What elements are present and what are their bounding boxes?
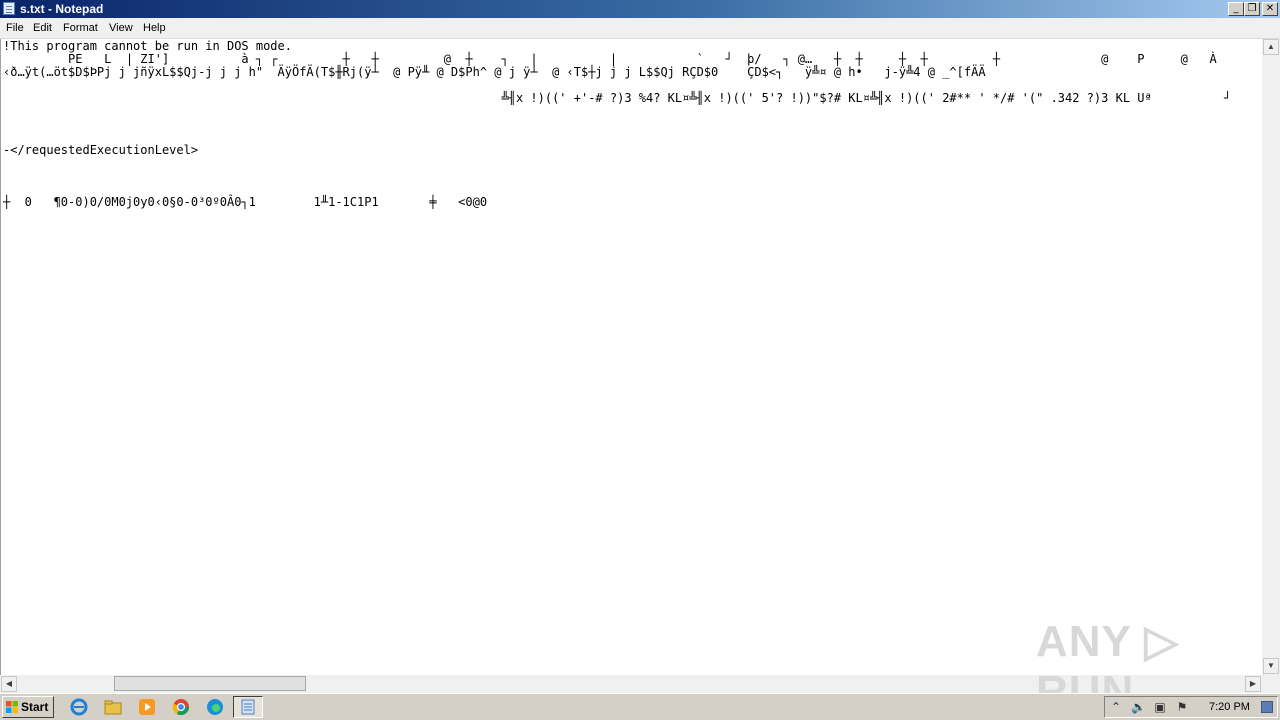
text-line: ‹ð…ÿt(…öt$D$ÞPj j jñÿxL$$Qj-j j j h" ÄÿÖ…: [3, 65, 986, 79]
chrome-icon[interactable]: [172, 698, 190, 716]
menu-format[interactable]: Format: [63, 18, 98, 38]
menu-edit[interactable]: Edit: [33, 18, 52, 38]
network-icon[interactable]: ▣: [1153, 700, 1167, 714]
show-desktop-icon[interactable]: [1261, 701, 1273, 713]
text-line: ╩╢x !)((' +'-# ?)3 %4? KL¤╩╢x !)((' 5'? …: [3, 91, 1232, 105]
media-player-icon[interactable]: [138, 698, 156, 716]
title-bar[interactable]: s.txt - Notepad _ ❐ ✕: [0, 0, 1280, 18]
menu-bar: File Edit Format View Help: [0, 18, 1280, 39]
horizontal-scroll-thumb[interactable]: [114, 676, 306, 691]
close-button[interactable]: ✕: [1262, 2, 1278, 16]
show-hidden-icons-icon[interactable]: ⌃: [1109, 700, 1123, 714]
window-title: s.txt - Notepad: [20, 2, 104, 16]
menu-view[interactable]: View: [109, 18, 133, 38]
taskbar: Start ⌃ 🔈 ▣ ⚑ 7:20 PM: [0, 693, 1280, 720]
notepad-taskbar-icon: [241, 699, 255, 715]
text-editor[interactable]: !This program cannot be run in DOS mode.…: [0, 39, 1263, 675]
windows-logo-icon: [6, 701, 18, 713]
scroll-left-icon[interactable]: ◀: [1, 676, 17, 692]
text-line: ┼ 0 ¶0-0)0/0M0j0y0‹0§0-0³0º0Â0┐1 1╨1-1C1…: [3, 195, 488, 209]
start-label: Start: [21, 700, 49, 714]
text-line: -</requestedExecutionLevel>: [3, 143, 199, 157]
volume-icon[interactable]: 🔈: [1131, 700, 1146, 714]
clock[interactable]: 7:20 PM: [1209, 697, 1250, 717]
notepad-icon: [3, 2, 15, 15]
menu-help[interactable]: Help: [143, 18, 166, 38]
vertical-scrollbar[interactable]: ▲ ▼: [1262, 39, 1280, 675]
scroll-up-icon[interactable]: ▲: [1263, 39, 1279, 55]
edge-icon[interactable]: [206, 698, 224, 716]
start-button[interactable]: Start: [2, 696, 54, 718]
menu-file[interactable]: File: [6, 18, 24, 38]
action-center-flag-icon[interactable]: ⚑: [1175, 700, 1189, 714]
minimize-button[interactable]: _: [1228, 2, 1244, 16]
maximize-button[interactable]: ❐: [1244, 2, 1260, 16]
taskbar-notepad-button[interactable]: [233, 696, 263, 718]
file-explorer-icon[interactable]: [104, 698, 122, 716]
system-tray: ⌃ 🔈 ▣ ⚑ 7:20 PM: [1104, 696, 1278, 718]
internet-explorer-icon[interactable]: [70, 698, 88, 716]
